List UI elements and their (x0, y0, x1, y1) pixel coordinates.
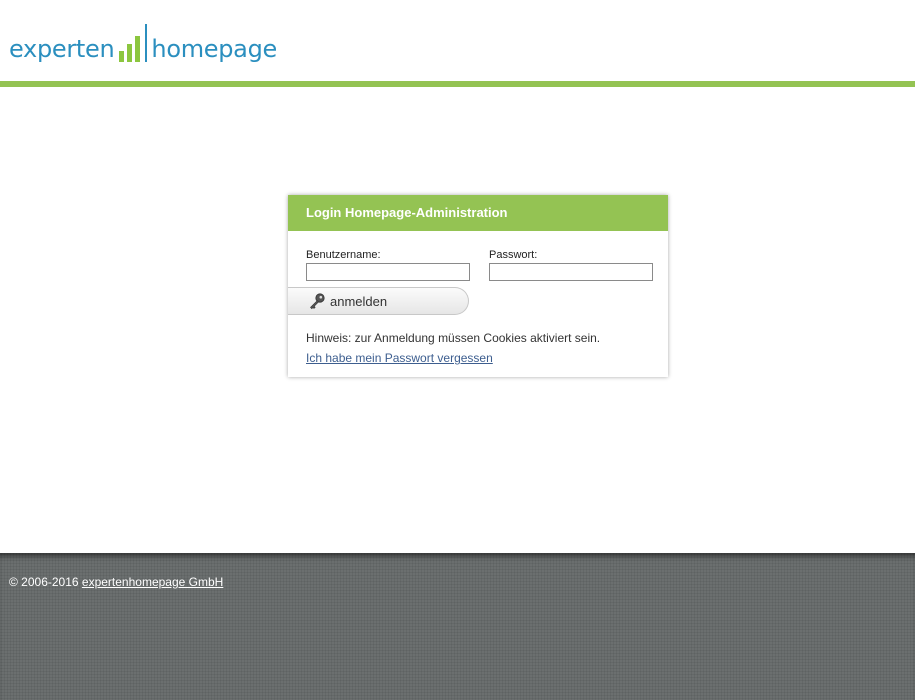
company-link[interactable]: expertenhomepage GmbH (82, 575, 223, 589)
logo-text-experten: experten (9, 35, 115, 63)
forgot-password-link[interactable]: Ich habe mein Passwort vergessen (306, 351, 493, 365)
login-button-label: anmelden (330, 293, 388, 309)
key-icon (308, 292, 326, 310)
header: experten homepage (0, 0, 915, 81)
footer-copyright: © 2006-2016 expertenhomepage GmbH (9, 575, 223, 589)
username-label: Benutzername: (306, 249, 381, 261)
username-field[interactable] (306, 263, 470, 281)
logo[interactable]: experten homepage (9, 20, 277, 64)
footer: © 2006-2016 expertenhomepage GmbH (0, 553, 915, 700)
password-field[interactable] (489, 263, 653, 281)
login-panel: Login Homepage-Administration Benutzerna… (288, 195, 668, 377)
header-divider (0, 81, 915, 87)
password-label: Passwort: (489, 249, 538, 261)
login-title: Login Homepage-Administration (288, 195, 668, 231)
logo-text-homepage: homepage (151, 35, 277, 63)
login-button[interactable]: anmelden (288, 287, 469, 315)
copyright-text: © 2006-2016 (9, 575, 79, 589)
logo-bars-icon (119, 22, 148, 64)
cookie-hint: Hinweis: zur Anmeldung müssen Cookies ak… (306, 331, 601, 345)
